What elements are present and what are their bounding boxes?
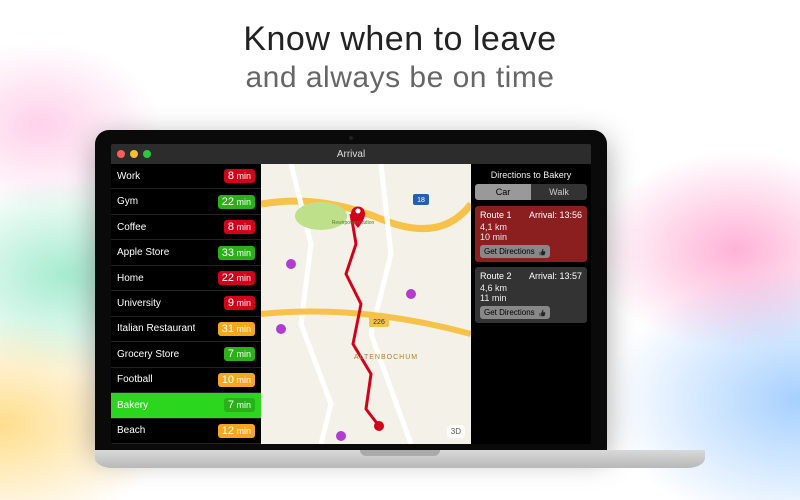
eta-badge: 33 min [218, 246, 255, 260]
sidebar-item-gym[interactable]: Gym 22 min [111, 189, 261, 214]
route-header: Route 1 [480, 210, 512, 220]
sidebar-item-home[interactable]: Home 22 min [111, 266, 261, 291]
laptop-camera-icon [349, 136, 353, 140]
sidebar-item-italian-restaurant[interactable]: Italian Restaurant 31 min [111, 317, 261, 342]
eta-badge: 8 min [224, 220, 255, 234]
sidebar-item-university[interactable]: University 9 min [111, 291, 261, 316]
sidebar-item-label: Bakery [117, 400, 148, 411]
map-canvas[interactable]: 18 226 ALTENBOCHUM Rewirpower­stadion [261, 164, 471, 444]
laptop-notch [360, 450, 440, 456]
transport-mode-segmented[interactable]: Car Walk [475, 184, 587, 200]
eta-badge: 10 min [218, 373, 255, 387]
sidebar-item-label: Coffee [117, 222, 146, 233]
end-pin-icon[interactable] [374, 421, 384, 431]
sidebar-item-bakery[interactable]: Bakery 7 min [111, 393, 261, 418]
route-card-1[interactable]: Route 1 Arrival: 13:56 4,1 km10 min Get Dir… [475, 206, 587, 262]
sidebar-item-label: Football [117, 374, 153, 385]
route-header: Route 2 [480, 271, 512, 281]
laptop-mockup: Arrival Work 8 min Gym 22 min Coffee 8 min App… [95, 130, 705, 468]
district-label: ALTENBOCHUM [354, 354, 418, 361]
stadium-label: Rewirpower­stadion [332, 220, 375, 226]
get-directions-button[interactable]: Get Directions [480, 306, 550, 319]
thumbs-up-icon [538, 309, 546, 317]
sidebar-item-label: University [117, 298, 161, 309]
route-duration: 11 min [480, 293, 582, 303]
mode-walk[interactable]: Walk [531, 184, 587, 200]
eta-badge: 22 min [218, 195, 255, 209]
directions-title: Directions to Bakery [475, 170, 587, 180]
svg-text:226: 226 [373, 319, 385, 326]
sidebar-item-label: Work [117, 171, 140, 182]
eta-badge: 8 min [224, 169, 255, 183]
sidebar-item-label: Apple Store [117, 247, 169, 258]
headline-line1: Know when to leave [0, 20, 800, 59]
eta-badge: 12 min [218, 424, 255, 438]
eta-badge: 9 min [224, 296, 255, 310]
road-shield-icon: 18 [413, 194, 429, 205]
route-card-2[interactable]: Route 2 Arrival: 13:57 4,6 km11 min Get Dir… [475, 267, 587, 323]
marketing-headline: Know when to leave and always be on time [0, 0, 800, 95]
directions-panel: Directions to Bakery Car Walk Route 1 Arr… [471, 164, 591, 444]
sidebar-item-football[interactable]: Football 10 min [111, 368, 261, 393]
eta-badge: 31 min [218, 322, 255, 336]
poi-icon[interactable] [406, 289, 416, 299]
route-arrival: Arrival: 13:56 [529, 210, 582, 220]
sidebar-item-beach[interactable]: Beach 12 min [111, 419, 261, 444]
sidebar-item-label: Gym [117, 196, 138, 207]
route-distance: 4,6 km [480, 283, 582, 293]
sidebar-item-coffee[interactable]: Coffee 8 min [111, 215, 261, 240]
mode-car[interactable]: Car [475, 184, 531, 200]
sidebar-item-work[interactable]: Work 8 min [111, 164, 261, 189]
get-directions-button[interactable]: Get Directions [480, 245, 550, 258]
window-title: Arrival [111, 149, 591, 160]
laptop-screen-frame: Arrival Work 8 min Gym 22 min Coffee 8 min App… [95, 130, 607, 450]
eta-badge: 22 min [218, 271, 255, 285]
app-window: Arrival Work 8 min Gym 22 min Coffee 8 min App… [111, 144, 591, 444]
route-duration: 10 min [480, 232, 582, 242]
sidebar-item-label: Beach [117, 425, 145, 436]
map-view[interactable]: 18 226 ALTENBOCHUM Rewirpower­stadion 3D [261, 164, 471, 444]
thumbs-up-icon [538, 248, 546, 256]
laptop-base [95, 450, 705, 468]
eta-badge: 7 min [224, 398, 255, 412]
poi-icon[interactable] [286, 259, 296, 269]
poi-icon[interactable] [276, 324, 286, 334]
sidebar-item-apple-store[interactable]: Apple Store 33 min [111, 240, 261, 265]
sidebar-item-grocery-store[interactable]: Grocery Store 7 min [111, 342, 261, 367]
poi-icon[interactable] [336, 431, 346, 441]
sidebar-item-label: Italian Restaurant [117, 323, 195, 334]
app-body: Work 8 min Gym 22 min Coffee 8 min Apple Store… [111, 164, 591, 444]
route-distance: 4,1 km [480, 222, 582, 232]
sidebar-item-label: Grocery Store [117, 349, 179, 360]
sidebar-item-label: Home [117, 273, 144, 284]
map-3d-toggle[interactable]: 3D [447, 425, 465, 438]
headline-line2: and always be on time [0, 61, 800, 95]
route-arrival: Arrival: 13:57 [529, 271, 582, 281]
svg-text:18: 18 [417, 197, 425, 204]
eta-badge: 7 min [224, 347, 255, 361]
window-titlebar[interactable]: Arrival [111, 144, 591, 164]
road-shield-icon: 226 [369, 316, 389, 327]
destinations-sidebar[interactable]: Work 8 min Gym 22 min Coffee 8 min Apple Store… [111, 164, 261, 444]
